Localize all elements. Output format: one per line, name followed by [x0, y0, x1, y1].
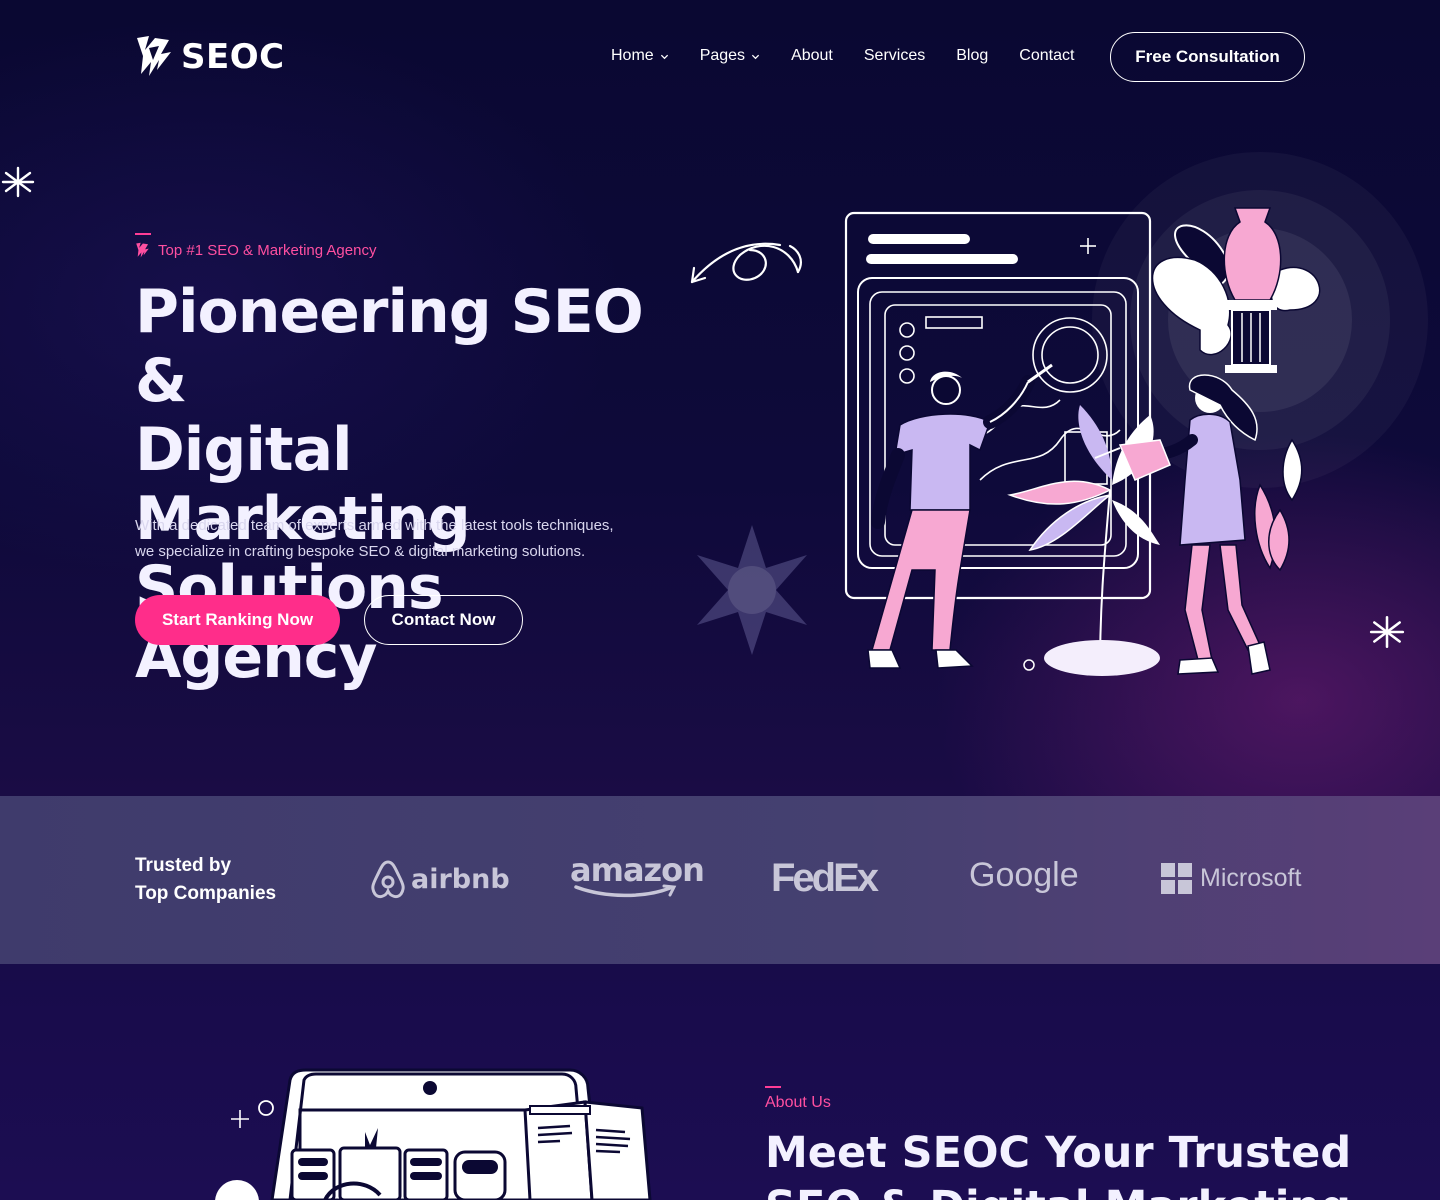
- logo[interactable]: SEOC: [135, 34, 285, 80]
- airbnb-logo-icon: [371, 860, 405, 899]
- nav-item-services[interactable]: Services: [864, 47, 925, 65]
- contact-now-button[interactable]: Contact Now: [364, 595, 523, 645]
- about-tag: About Us: [765, 1094, 831, 1111]
- hero-description-line: With a dedicated team of experts armed w…: [135, 517, 614, 534]
- brand-airbnb: airbnb: [369, 858, 510, 900]
- nav-item-label: Contact: [1019, 47, 1075, 64]
- sparkle-icon: [1, 166, 35, 198]
- brand-name: airbnb: [411, 863, 510, 895]
- nav-item-label: Services: [863, 47, 926, 64]
- microsoft-logo-icon: [1161, 863, 1192, 894]
- logo-mini-icon: [136, 242, 149, 258]
- chevron-down-icon: [751, 54, 760, 59]
- about-accent-line: [765, 1086, 781, 1088]
- main-nav: Home Pages About Services Blog Contact: [611, 47, 1105, 65]
- about-title-line: Meet SEOC Your Trusted: [765, 1128, 1352, 1178]
- brand-name: FedEx: [771, 856, 879, 900]
- hero-title-line: Pioneering SEO &: [135, 277, 644, 416]
- nav-item-contact[interactable]: Contact: [1019, 47, 1074, 65]
- nav-item-label: Pages: [699, 47, 746, 64]
- about-illustration: [215, 1068, 652, 1200]
- nav-item-blog[interactable]: Blog: [956, 47, 988, 65]
- nav-item-label: Home: [611, 47, 654, 64]
- brand-name: amazon: [570, 851, 705, 889]
- nav-item-pages[interactable]: Pages: [700, 47, 760, 65]
- trusted-by-title: Trusted by Top Companies: [135, 852, 335, 908]
- swirl-arrow-icon: [690, 242, 802, 284]
- hero-description: With a dedicated team of experts armed w…: [135, 513, 675, 565]
- start-ranking-button[interactable]: Start Ranking Now: [135, 595, 340, 645]
- hero-tagline-text: Top #1 SEO & Marketing Agency: [158, 242, 377, 259]
- brand-amazon: amazon: [570, 851, 705, 898]
- brand-google: Google: [969, 856, 1079, 895]
- hero-section: SEOC Home Pages About Services Blog Cont…: [0, 0, 1440, 796]
- nav-item-home[interactable]: Home: [611, 47, 669, 65]
- about-title-line: SEO & Digital Marketing: [765, 1182, 1351, 1200]
- logo-text: SEOC: [181, 37, 285, 77]
- about-title: Meet SEOC Your Trusted SEO & Digital Mar…: [765, 1126, 1385, 1200]
- hero-tagline: Top #1 SEO & Marketing Agency: [135, 242, 376, 259]
- brand-fedex: FedEx: [771, 856, 879, 901]
- trusted-title-line: Trusted by: [135, 855, 232, 876]
- nav-item-label: Blog: [956, 47, 989, 64]
- logo-icon: [137, 36, 171, 76]
- trusted-title-line: Top Companies: [135, 883, 277, 904]
- hero-description-line: we specialize in crafting bespoke SEO & …: [135, 543, 586, 560]
- flower-decoration: [697, 525, 807, 655]
- man-figure: [867, 363, 1053, 669]
- tagline-accent-line: [135, 233, 151, 235]
- free-consultation-button[interactable]: Free Consultation: [1110, 32, 1305, 82]
- nav-item-about[interactable]: About: [791, 47, 833, 65]
- brand-microsoft: Microsoft: [1161, 863, 1301, 894]
- nav-item-label: About: [791, 47, 833, 64]
- brand-name: Google: [969, 856, 1079, 894]
- brand-name: Microsoft: [1200, 864, 1302, 892]
- hero-illustration: [690, 152, 1428, 676]
- chevron-down-icon: [660, 54, 668, 59]
- amazon-smile-icon: [574, 884, 677, 898]
